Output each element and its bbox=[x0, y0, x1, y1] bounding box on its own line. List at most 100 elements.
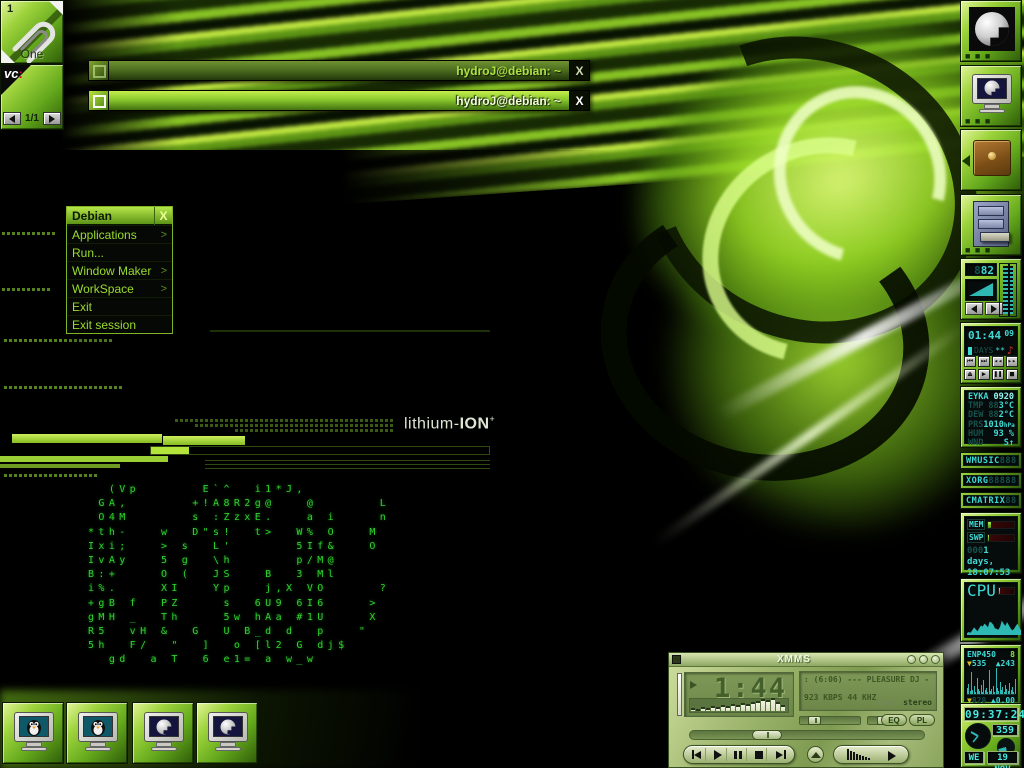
xmms-player[interactable]: XMMS 1:44 : (6:06) --- PLEASURE DJ - ATM… bbox=[668, 652, 944, 768]
stop-button[interactable]: ■ bbox=[1006, 369, 1018, 380]
stereo-indicator: stereo bbox=[903, 698, 932, 707]
seek-slider[interactable] bbox=[689, 730, 925, 740]
pager-dockapp[interactable]: vc: 1/1 bbox=[0, 64, 64, 130]
next-button[interactable] bbox=[772, 748, 788, 761]
eject-button[interactable]: ⏏ bbox=[964, 369, 976, 380]
miniaturize-button[interactable] bbox=[89, 91, 109, 110]
dock-tile-drawer[interactable] bbox=[960, 129, 1022, 191]
menu-titlebar[interactable]: Debian X bbox=[67, 207, 172, 225]
dock-tile-terminal[interactable]: ■ ■ ■ bbox=[960, 65, 1022, 127]
window-titlebar-terminal-1[interactable]: hydroJ@debian: ~ X bbox=[88, 60, 590, 81]
next-icon bbox=[776, 751, 783, 759]
cmatrix-terminal[interactable]: (Vp E`^ i1*J, GA, +!A8R2g@ @ L O4M s :Zz… bbox=[88, 483, 390, 669]
clock-dockapp[interactable]: 09:37:24 359 WE 19 NOV bbox=[960, 703, 1022, 768]
xmms-titlebar[interactable]: XMMS bbox=[669, 653, 943, 667]
volume-slider[interactable] bbox=[799, 716, 861, 725]
window-titlebar-terminal-2[interactable]: hydroJ@debian: ~ X bbox=[88, 90, 590, 111]
cpu-monitor-dockapp[interactable]: CPU bbox=[960, 578, 1022, 642]
network-monitor-dockapp[interactable]: ENP4508 ▼535▲243 ▼828▲0.00 bbox=[960, 644, 1022, 706]
memory-monitor-dockapp[interactable]: MEM SWP 0001 days, 18:07:53 bbox=[960, 512, 1022, 574]
weather-dockapp[interactable]: EYKA0920 TMP883°C DEW882°C PRS1010hPa HU… bbox=[960, 386, 1022, 448]
pager-page-label: 1/1 bbox=[25, 113, 39, 124]
clip-next-arrow[interactable] bbox=[49, 1, 63, 15]
arrow-left-icon bbox=[971, 305, 977, 313]
monitor-tux-icon bbox=[76, 712, 120, 752]
wallpaper-bar bbox=[150, 446, 490, 455]
dock-tile-file-manager[interactable]: ■ ■ ■ bbox=[960, 194, 1022, 256]
xmms-minimize-button[interactable] bbox=[907, 655, 916, 664]
window-title[interactable]: hydroJ@debian: ~ bbox=[109, 61, 569, 80]
eject-button[interactable] bbox=[807, 746, 824, 763]
spectrum-analyzer[interactable] bbox=[689, 698, 789, 713]
song-title-scroller[interactable]: : (6:06) --- PLEASURE DJ - ATMO: bbox=[804, 675, 932, 684]
stop-button[interactable] bbox=[751, 748, 767, 761]
menu-item-workspace[interactable]: WorkSpace> bbox=[67, 279, 172, 297]
play-button[interactable]: ▶ bbox=[978, 369, 990, 380]
menu-close-button[interactable]: X bbox=[154, 207, 172, 225]
seek-slider-handle[interactable] bbox=[752, 730, 782, 740]
wallpaper-streaks bbox=[60, 0, 1024, 224]
xmms-shade-button[interactable] bbox=[919, 655, 928, 664]
drawer-arrow-icon[interactable] bbox=[962, 155, 970, 167]
play-indicator-icon bbox=[690, 681, 697, 689]
menu-item-exit-session[interactable]: Exit session bbox=[67, 315, 172, 333]
lcd-cursor bbox=[968, 347, 972, 355]
volume-value-display: 882 bbox=[965, 263, 997, 276]
running-indicator: ■ ■ ■ bbox=[965, 119, 991, 123]
player-stars: ** bbox=[995, 346, 1005, 355]
skip-forward-button[interactable]: ⏭ bbox=[978, 356, 990, 367]
equalizer-button[interactable]: EQ bbox=[881, 714, 907, 726]
previous-button[interactable] bbox=[690, 748, 706, 761]
strip-cmatrix[interactable]: CMATRIX88 bbox=[960, 492, 1022, 509]
stop-icon bbox=[755, 751, 763, 759]
dock-tile-gnustep-terminal-1[interactable] bbox=[132, 702, 194, 764]
mixer-prev-channel-button[interactable] bbox=[965, 302, 983, 315]
volume-slider-handle[interactable] bbox=[808, 716, 821, 725]
xmms-close-button[interactable] bbox=[931, 655, 940, 664]
strip-wmusic[interactable]: WMUSIC888 bbox=[960, 452, 1022, 469]
dock-tile-linux-terminal-2[interactable] bbox=[66, 702, 128, 764]
volume-triangle-display[interactable] bbox=[965, 279, 997, 301]
shuffle-button[interactable] bbox=[847, 749, 870, 760]
dock-tile-linux-terminal-1[interactable] bbox=[2, 702, 64, 764]
gnustep-sphere-icon bbox=[975, 12, 1009, 46]
transport-controls bbox=[683, 745, 795, 764]
strip-xorg[interactable]: XORG88888 bbox=[960, 472, 1022, 489]
miniaturize-button[interactable] bbox=[89, 61, 109, 80]
xmms-app-icon bbox=[672, 655, 681, 664]
mixer-dockapp[interactable]: 882 bbox=[960, 258, 1022, 320]
menu-item-exit[interactable]: Exit bbox=[67, 297, 172, 315]
pause-button[interactable]: ❚❚ bbox=[992, 369, 1004, 380]
swap-meter bbox=[987, 534, 1015, 542]
xmms-info-display[interactable]: : (6:06) --- PLEASURE DJ - ATMO: 923 KBP… bbox=[799, 671, 937, 711]
rewind-button[interactable]: ◂◂ bbox=[992, 356, 1004, 367]
window-title[interactable]: hydroJ@debian: ~ bbox=[109, 91, 569, 110]
cd-player-dockapp[interactable]: 01:4409 DAYS**♪ ⏮ ⏭ ◂◂ ▸▸ ⏏ ▶ ❚❚ ■ bbox=[960, 322, 1022, 384]
menu-item-run[interactable]: Run... bbox=[67, 243, 172, 261]
pager-prev-button[interactable] bbox=[3, 112, 21, 125]
menu-item-applications[interactable]: Applications> bbox=[67, 225, 172, 243]
samplerate-display: 44 KHZ bbox=[848, 693, 877, 702]
xmms-time-display[interactable]: 1:44 bbox=[684, 672, 794, 717]
pause-button[interactable] bbox=[731, 748, 747, 761]
dock-tile-gnustep-terminal-2[interactable] bbox=[196, 702, 258, 764]
wallpaper-line bbox=[205, 464, 490, 465]
dock-tile-gnustep[interactable]: ■ ■ ■ bbox=[960, 0, 1022, 62]
drawer-icon bbox=[973, 140, 1011, 176]
wallpaper-microtext bbox=[2, 232, 57, 235]
close-button[interactable]: X bbox=[569, 91, 589, 110]
monitor-sphere-icon bbox=[142, 712, 186, 752]
menu-item-window-maker[interactable]: Window Maker> bbox=[67, 261, 172, 279]
close-button[interactable]: X bbox=[569, 61, 589, 80]
playlist-button[interactable]: PL bbox=[909, 714, 935, 726]
xmms-clutterbar[interactable] bbox=[677, 673, 682, 716]
fast-forward-button[interactable]: ▸▸ bbox=[1006, 356, 1018, 367]
monitor-tux-icon bbox=[12, 712, 56, 752]
skip-back-button[interactable]: ⏮ bbox=[964, 356, 976, 367]
wallpaper-bar bbox=[0, 456, 168, 462]
pager-next-button[interactable] bbox=[43, 112, 61, 125]
date-display: 19 NOV bbox=[987, 751, 1018, 764]
play-button[interactable] bbox=[711, 748, 727, 761]
wmaker-clip[interactable]: 1 One bbox=[0, 0, 64, 64]
arrow-right-icon bbox=[991, 305, 997, 313]
